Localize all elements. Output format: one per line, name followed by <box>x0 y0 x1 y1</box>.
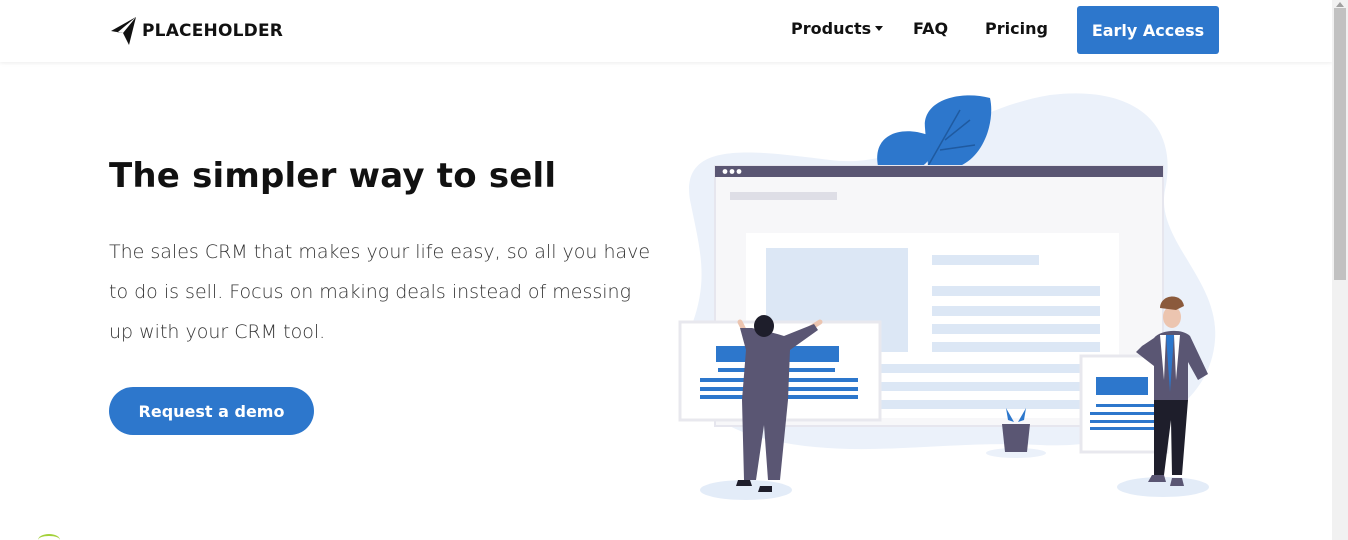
main-nav: Products FAQ Pricing Early Access <box>0 0 1332 62</box>
hero-illustration <box>678 93 1216 500</box>
nav-pricing-link[interactable]: Pricing <box>985 19 1048 38</box>
page-scrollbar[interactable] <box>1332 0 1348 540</box>
hero-description: The sales CRM that makes your life easy,… <box>109 241 651 343</box>
top-navbar: PLACEHOLDER Products FAQ Pricing Early A… <box>0 0 1332 62</box>
leaf-decoration <box>877 95 992 167</box>
request-demo-button[interactable]: Request a demo <box>109 387 314 435</box>
browser-topbar <box>715 166 1163 177</box>
scroll-up-icon[interactable] <box>1336 2 1344 7</box>
caret-down-icon <box>875 26 884 31</box>
nav-faq-link[interactable]: FAQ <box>913 19 948 38</box>
nav-products-dropdown[interactable]: Products <box>791 19 884 38</box>
hero-title: The simpler way to sell <box>109 156 557 196</box>
scrollbar-thumb[interactable] <box>1334 8 1346 280</box>
nav-products-label: Products <box>791 19 872 38</box>
early-access-button[interactable]: Early Access <box>1077 6 1219 54</box>
decorative-arc <box>38 534 60 540</box>
